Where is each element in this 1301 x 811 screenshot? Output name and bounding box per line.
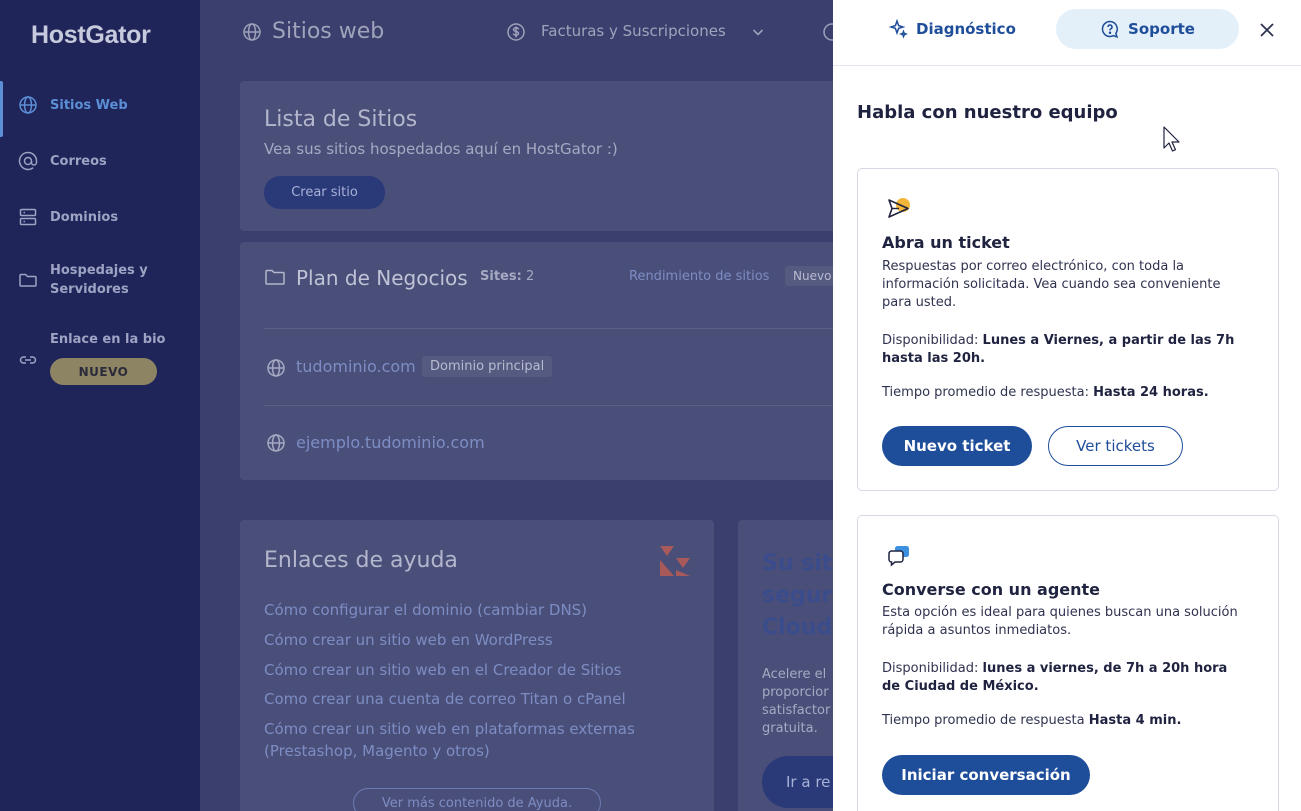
promo-text-line: satisfactor: [762, 703, 831, 718]
ticket-title: Abra un ticket: [882, 233, 1010, 252]
ticket-response-time: Tiempo promedio de respuesta: Hasta 24 h…: [882, 384, 1242, 402]
close-icon[interactable]: [1256, 19, 1278, 41]
card-title: Lista de Sitios: [264, 107, 418, 132]
sidebar: HostGator Sitios Web Correos Dominios Ho…: [0, 0, 200, 811]
panel-heading: Habla con nuestro equipo: [857, 102, 1118, 123]
help-link[interactable]: Cómo crear un sitio web en plataformas e…: [264, 720, 635, 738]
promo-text-line: Acelere el: [762, 667, 827, 682]
globe-icon: [243, 23, 261, 41]
help-bubble-icon: [1101, 20, 1119, 39]
main-content: Sitios web Facturas y Suscripciones List…: [200, 0, 833, 811]
promo-title-line: Cloud: [762, 615, 833, 640]
sidebar-item-label: Enlace en la bio: [50, 332, 166, 347]
plan-card: Plan de Negocios Sites: 2 Rendimiento de…: [240, 242, 833, 480]
sparkle-icon: [888, 19, 908, 39]
new-chip: Nuevo: [785, 266, 833, 286]
help-link[interactable]: Cómo crear un sitio web en el Creador de…: [264, 661, 621, 679]
promo-title-line: segur: [762, 583, 833, 608]
help-link[interactable]: Cómo configurar el dominio (cambiar DNS): [264, 601, 587, 619]
view-tickets-button[interactable]: Ver tickets: [1048, 426, 1183, 466]
dollar-icon: [507, 23, 525, 41]
globe-icon: [267, 434, 285, 452]
card-subtitle: Vea sus sitios hospedados aquí en HostGa…: [264, 140, 618, 158]
decorative-logo-icon: [660, 546, 690, 576]
promo-card: Su siti segur Cloud Acelere el proporcio…: [738, 520, 833, 811]
help-icon[interactable]: [822, 22, 833, 42]
divider: [264, 405, 833, 406]
create-site-button[interactable]: Crear sitio: [264, 176, 385, 209]
sites-label: Sites:: [480, 269, 522, 284]
ticket-availability: Disponibilidad: Lunes a Viernes, a parti…: [882, 332, 1242, 368]
new-badge: NUEVO: [50, 358, 157, 385]
more-help-button[interactable]: Ver más contenido de Ayuda.: [353, 788, 601, 811]
promo-title-line: Su siti: [762, 551, 833, 576]
new-ticket-button[interactable]: Nuevo ticket: [882, 426, 1032, 466]
tab-label: Diagnóstico: [916, 20, 1016, 38]
globe-icon: [267, 359, 285, 377]
support-panel: Diagnóstico Soporte Habla con nuestro eq…: [833, 0, 1301, 811]
domain-link[interactable]: tudominio.com: [296, 357, 416, 376]
sidebar-item-label: Hospedajes y Servidores: [50, 263, 148, 297]
card-title: Enlaces de ayuda: [264, 548, 458, 573]
sites-count: Sites: 2: [480, 269, 534, 284]
ticket-card: Abra un ticket Respuestas por correo ele…: [857, 168, 1279, 491]
help-link[interactable]: Cómo crear un sitio web en WordPress: [264, 631, 553, 649]
tab-support[interactable]: Soporte: [1056, 9, 1239, 49]
link-icon: [19, 356, 37, 364]
panel-header: Diagnóstico Soporte: [833, 0, 1301, 66]
sidebar-item-label: Dominios: [50, 209, 119, 225]
promo-title: Su siti segur Cloud: [762, 548, 833, 644]
start-chat-button[interactable]: Iniciar conversación: [882, 755, 1090, 795]
promo-text-line: gratuita.: [762, 721, 818, 736]
page-title: Sitios web: [272, 19, 385, 44]
server-icon: [19, 208, 37, 226]
tab-diagnostic[interactable]: Diagnóstico: [888, 19, 1016, 39]
chat-card: Converse con un agente Esta opción es id…: [857, 515, 1279, 811]
chat-description: Esta opción es ideal para quienes buscan…: [882, 605, 1238, 638]
plan-name: Plan de Negocios: [296, 266, 468, 290]
response-value: Hasta 24 horas.: [1093, 385, 1209, 400]
chat-availability: Disponibilidad: lunes a viernes, de 7h a…: [882, 660, 1232, 696]
divider: [264, 328, 833, 329]
chevron-down-icon[interactable]: [750, 24, 766, 40]
send-ticket-icon: [888, 198, 910, 218]
sidebar-item-label: Correos: [50, 153, 107, 169]
tab-label: Soporte: [1128, 20, 1195, 38]
help-link[interactable]: Como crear una cuenta de correo Titan o …: [264, 690, 626, 708]
response-label: Tiempo promedio de respuesta:: [882, 385, 1089, 400]
primary-domain-tag: Dominio principal: [422, 356, 553, 377]
performance-link[interactable]: Rendimiento de sitios: [629, 269, 769, 284]
availability-label: Disponibilidad:: [882, 333, 979, 348]
domain-link[interactable]: ejemplo.tudominio.com: [296, 433, 485, 452]
sidebar-item-label: Sitios Web: [50, 97, 128, 113]
billing-menu[interactable]: Facturas y Suscripciones: [541, 22, 726, 40]
response-value: Hasta 4 min.: [1088, 713, 1182, 728]
folder-icon: [265, 269, 285, 285]
globe-icon: [19, 96, 37, 114]
sidebar-item-sitios-web[interactable]: Sitios Web: [0, 81, 200, 137]
hostgator-logo[interactable]: HostGator: [31, 21, 151, 50]
sidebar-item-correos[interactable]: Correos: [0, 151, 200, 171]
folder-icon: [19, 273, 37, 287]
chat-title: Converse con un agente: [882, 580, 1101, 599]
topbar: Sitios web Facturas y Suscripciones: [200, 0, 833, 64]
sites-count-value: 2: [525, 269, 535, 284]
help-links-card: Enlaces de ayuda Cómo configurar el domi…: [240, 520, 714, 811]
ticket-description: Respuestas por correo electrónico, con t…: [882, 259, 1221, 310]
sidebar-item-dominios[interactable]: Dominios: [0, 207, 200, 227]
sidebar-item-hospedajes[interactable]: Hospedajes y Servidores: [0, 262, 200, 298]
chat-response-time: Tiempo promedio de respuesta Hasta 4 min…: [882, 712, 1242, 730]
promo-button[interactable]: Ir a re: [762, 756, 833, 808]
promo-text-line: proporcior: [762, 685, 829, 700]
availability-label: Disponibilidad:: [882, 661, 979, 676]
sites-list-card: Lista de Sitios Vea sus sitios hospedado…: [240, 81, 833, 231]
response-label: Tiempo promedio de respuesta: [882, 713, 1085, 728]
mouse-cursor-icon: [1163, 126, 1180, 152]
promo-text: Acelere el proporcior satisfactor gratui…: [762, 666, 830, 738]
help-link-continuation[interactable]: (Prestashop, Magento y otros): [264, 742, 490, 760]
at-icon: [18, 151, 38, 171]
chat-bubbles-icon: [888, 546, 909, 567]
